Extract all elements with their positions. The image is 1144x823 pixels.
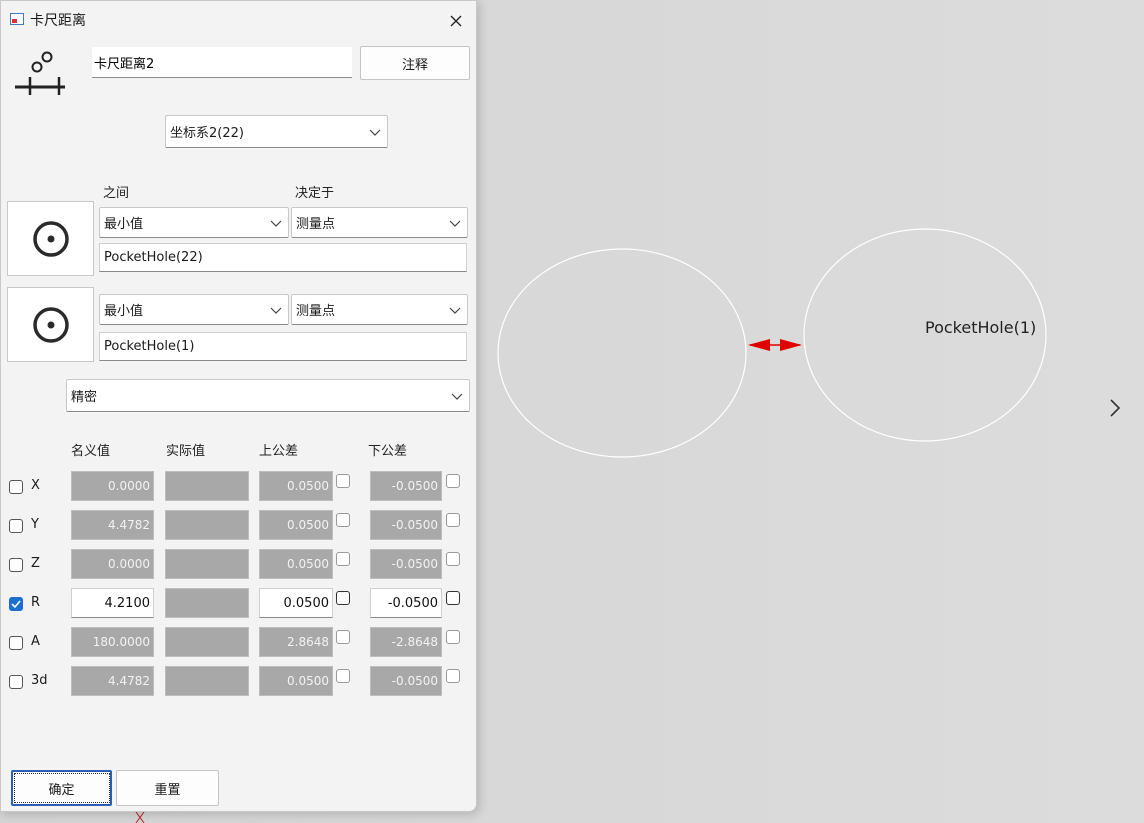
chevron-right-icon[interactable]	[1108, 398, 1136, 426]
feature1-mode-value: 最小值	[104, 217, 144, 232]
feature1-point-select[interactable]: 测量点	[291, 207, 468, 238]
reset-button[interactable]: 重置	[116, 770, 219, 806]
actual-field[interactable]	[165, 510, 249, 540]
row-label: A	[31, 634, 40, 649]
chevron-down-icon	[270, 220, 282, 227]
dialog-title: 卡尺距离	[30, 13, 86, 29]
caliper-app-icon	[10, 13, 24, 25]
upper-tol-header: 上公差	[259, 444, 299, 459]
lower-tol-field[interactable]: -0.0500	[370, 471, 442, 501]
feature2-point-select[interactable]: 测量点	[291, 294, 468, 325]
nominal-field[interactable]: 4.4782	[71, 666, 154, 696]
decided-by-header: 决定于	[295, 186, 335, 201]
row-label: X	[31, 478, 40, 493]
actual-header: 实际值	[166, 444, 206, 459]
upper-tol-checkbox[interactable]	[336, 591, 350, 605]
row-label: 3d	[31, 673, 48, 688]
lower-tol-checkbox[interactable]	[446, 513, 460, 527]
upper-tol-field[interactable]: 0.0500	[259, 588, 333, 618]
chevron-down-icon	[449, 307, 461, 314]
feature1-point-value: 测量点	[296, 217, 336, 232]
annotate-button[interactable]: 注释	[360, 46, 470, 80]
feature1-name-field[interactable]: PocketHole(22)	[99, 243, 467, 272]
caliper-distance-dialog: 卡尺距离 注释 坐标系2(22) 之间 决定于 最小值 测量点	[0, 0, 477, 812]
checkmark-icon	[11, 600, 21, 609]
ok-button[interactable]: 确定	[11, 770, 112, 806]
upper-tol-checkbox[interactable]	[336, 474, 350, 488]
precision-select[interactable]: 精密	[66, 379, 470, 412]
precision-value: 精密	[71, 390, 98, 405]
circle-feature-icon	[32, 220, 69, 257]
ok-label: 确定	[48, 782, 75, 798]
row-R-checkbox[interactable]	[9, 597, 23, 611]
upper-tol-checkbox[interactable]	[336, 513, 350, 527]
between-header: 之间	[103, 186, 130, 201]
coordinate-system-select[interactable]: 坐标系2(22)	[165, 115, 388, 148]
pockethole-22-circle[interactable]	[497, 248, 747, 458]
row-label: Y	[31, 517, 39, 532]
upper-tol-field[interactable]: 0.0500	[259, 510, 333, 540]
feature2-name-value: PocketHole(1)	[104, 339, 195, 354]
close-button[interactable]	[441, 7, 471, 35]
lower-tol-checkbox[interactable]	[446, 552, 460, 566]
feature2-name-field[interactable]: PocketHole(1)	[99, 332, 467, 361]
chevron-down-icon	[369, 129, 381, 136]
dimension-name-input[interactable]	[92, 47, 352, 78]
caliper-distance-icon	[15, 51, 65, 95]
upper-tol-field[interactable]: 0.0500	[259, 471, 333, 501]
row-3d-checkbox[interactable]	[9, 675, 23, 689]
lower-tol-checkbox[interactable]	[446, 591, 460, 605]
lower-tol-field[interactable]: -0.0500	[370, 588, 442, 618]
close-icon	[450, 15, 462, 27]
row-X-checkbox[interactable]	[9, 480, 23, 494]
lower-tol-field[interactable]: -0.0500	[370, 549, 442, 579]
lower-tol-field[interactable]: -0.0500	[370, 666, 442, 696]
row-label: Z	[31, 556, 40, 571]
row-Y-checkbox[interactable]	[9, 519, 23, 533]
coordinate-system-value: 坐标系2(22)	[170, 126, 244, 141]
upper-tol-field[interactable]: 0.0500	[259, 549, 333, 579]
row-Z-checkbox[interactable]	[9, 558, 23, 572]
nominal-field[interactable]: 0.0000	[71, 471, 154, 501]
row-label: R	[31, 595, 41, 610]
upper-tol-checkbox[interactable]	[336, 669, 350, 683]
lower-tol-checkbox[interactable]	[446, 474, 460, 488]
chevron-down-icon	[270, 307, 282, 314]
chevron-down-icon	[451, 393, 463, 400]
bottom-marker	[135, 811, 145, 823]
pockethole-1-label: PocketHole(1)	[925, 318, 1037, 337]
upper-tol-checkbox[interactable]	[336, 552, 350, 566]
actual-field[interactable]	[165, 549, 249, 579]
lower-tol-field[interactable]: -2.8648	[370, 627, 442, 657]
nominal-field[interactable]: 0.0000	[71, 549, 154, 579]
circle-feature-icon	[32, 306, 69, 343]
upper-tol-field[interactable]: 2.8648	[259, 627, 333, 657]
ok-button-focus: 确定	[13, 773, 110, 803]
row-A-checkbox[interactable]	[9, 636, 23, 650]
nominal-field[interactable]: 4.2100	[71, 588, 154, 618]
actual-field[interactable]	[165, 627, 249, 657]
distance-arrow	[748, 339, 802, 351]
feature2-mode-value: 最小值	[104, 304, 144, 319]
upper-tol-field[interactable]: 0.0500	[259, 666, 333, 696]
actual-field[interactable]	[165, 666, 249, 696]
feature2-mode-select[interactable]: 最小值	[99, 294, 289, 325]
feature1-thumbnail[interactable]	[7, 201, 94, 276]
nominal-field[interactable]: 180.0000	[71, 627, 154, 657]
feature2-point-value: 测量点	[296, 304, 336, 319]
feature1-mode-select[interactable]: 最小值	[99, 207, 289, 238]
nominal-field[interactable]: 4.4782	[71, 510, 154, 540]
feature1-name-value: PocketHole(22)	[104, 250, 203, 265]
lower-tol-checkbox[interactable]	[446, 669, 460, 683]
feature2-thumbnail[interactable]	[7, 287, 94, 362]
lower-tol-checkbox[interactable]	[446, 630, 460, 644]
lower-tol-header: 下公差	[368, 444, 408, 459]
chevron-down-icon	[449, 220, 461, 227]
upper-tol-checkbox[interactable]	[336, 630, 350, 644]
lower-tol-field[interactable]: -0.0500	[370, 510, 442, 540]
dialog-titlebar[interactable]: 卡尺距离	[1, 1, 476, 39]
actual-field[interactable]	[165, 588, 249, 618]
actual-field[interactable]	[165, 471, 249, 501]
nominal-header: 名义值	[71, 444, 111, 459]
